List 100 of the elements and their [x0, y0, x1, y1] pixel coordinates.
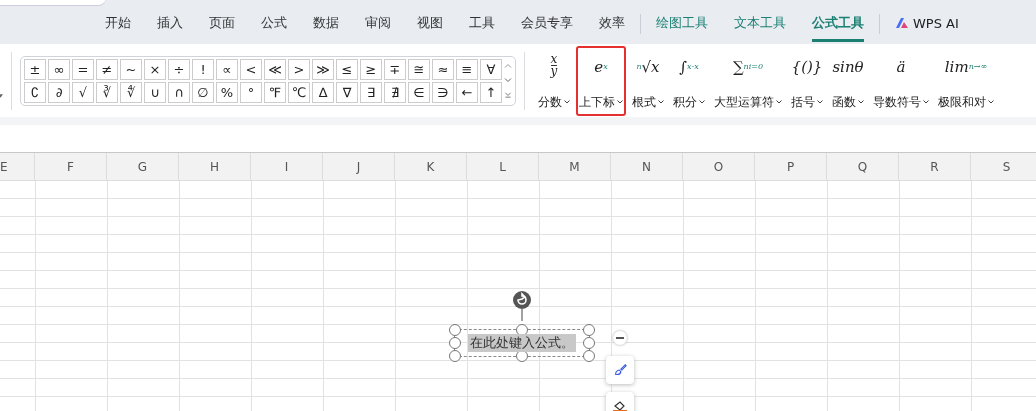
resize-handle[interactable] [583, 350, 595, 362]
symbol-button[interactable]: × [144, 58, 166, 80]
resize-handle[interactable] [449, 350, 461, 362]
symbol-button[interactable]: ~ [120, 58, 142, 80]
symbol-button[interactable]: ∀ [480, 58, 502, 80]
expand-icon[interactable] [504, 92, 512, 99]
column-header[interactable]: I [251, 153, 323, 180]
symbol-button[interactable]: ≈ [432, 58, 454, 80]
menu-tab[interactable]: 文本工具 [734, 14, 786, 42]
symbol-button[interactable]: ∃ [360, 81, 382, 103]
symbol-button[interactable]: ∝ [216, 58, 238, 80]
symbol-button[interactable]: ∈ [408, 81, 430, 103]
column-header[interactable]: J [323, 153, 395, 180]
caret-icon [699, 100, 705, 104]
symbol-button[interactable]: = [72, 58, 94, 80]
column-header[interactable]: L [467, 153, 539, 180]
equation-tool-button[interactable]: $^{n}$√x 根式 [629, 45, 667, 116]
symbol-button[interactable]: ← [456, 81, 478, 103]
caret-icon [776, 100, 782, 104]
ai-logo-icon [895, 17, 909, 29]
resize-handle[interactable] [449, 337, 461, 349]
caret-icon [617, 100, 623, 104]
column-header[interactable]: R [899, 153, 971, 180]
symbol-button[interactable]: ° [240, 81, 262, 103]
equation-tool-button[interactable]: {()} 括号 [788, 45, 826, 116]
caret-icon [658, 100, 664, 104]
column-header[interactable]: Q [827, 153, 899, 180]
symbol-button[interactable]: ∜ [120, 81, 142, 103]
equation-tool-button[interactable]: ä 导数符号 [870, 45, 932, 116]
symbol-button[interactable]: √ [72, 81, 94, 103]
symbol-button[interactable]: ∓ [384, 58, 406, 80]
symbol-button[interactable]: ∛ [96, 81, 118, 103]
menu-tab[interactable]: 公式 [261, 14, 287, 42]
menu-tab[interactable]: 工具 [469, 14, 495, 42]
symbol-button[interactable]: ≪ [264, 58, 286, 80]
symbol-button[interactable]: < [240, 58, 262, 80]
column-header[interactable]: N [611, 153, 683, 180]
equation-tool-button[interactable]: sinθ 函数 [829, 45, 867, 116]
resize-handle[interactable] [583, 324, 595, 336]
symbol-button[interactable]: ∞ [48, 58, 70, 80]
equation-tool-button[interactable]: e$^{x}$ 上下标 [576, 45, 626, 116]
symbol-button[interactable]: ↑ [480, 81, 502, 103]
caret-icon [988, 100, 994, 104]
menu-tab[interactable]: 公式工具 [812, 14, 864, 42]
resize-handle[interactable] [449, 324, 461, 336]
rotate-handle-icon[interactable] [512, 291, 532, 321]
symbol-button[interactable]: ℉ [264, 81, 286, 103]
menu-tab[interactable]: 审阅 [365, 14, 391, 42]
menu-tab[interactable]: 开始 [105, 14, 131, 42]
menu-tab[interactable]: 插入 [157, 14, 183, 42]
symbol-button[interactable]: ≡ [456, 58, 478, 80]
column-header[interactable]: M [539, 153, 611, 180]
collapse-button[interactable] [613, 331, 627, 345]
symbol-button[interactable]: % [216, 81, 238, 103]
symbol-button[interactable]: ∋ [432, 81, 454, 103]
symbol-button[interactable]: ∁ [24, 81, 46, 103]
symbol-button[interactable]: ℃ [288, 81, 310, 103]
caret-icon [564, 100, 570, 104]
symbol-button[interactable]: ≥ [360, 58, 382, 80]
caret-icon [923, 100, 929, 104]
column-header[interactable]: S [971, 153, 1036, 180]
paint-bucket-icon [612, 399, 628, 411]
symbol-button[interactable]: ! [192, 58, 214, 80]
caret-icon[interactable] [0, 93, 3, 98]
scroll-down-icon[interactable] [504, 77, 512, 84]
column-header[interactable]: H [179, 153, 251, 180]
symbol-button[interactable]: ÷ [168, 58, 190, 80]
symbol-button[interactable]: ∆ [312, 81, 334, 103]
column-header[interactable]: E [0, 153, 35, 180]
menu-tab[interactable]: 效率 [599, 14, 625, 42]
symbol-button[interactable]: > [288, 58, 310, 80]
brush-button[interactable] [606, 356, 634, 384]
menu-tab[interactable]: 视图 [417, 14, 443, 42]
symbol-button[interactable]: ∇ [336, 81, 358, 103]
symbol-button[interactable]: ∩ [168, 81, 190, 103]
symbol-button[interactable]: ≫ [312, 58, 334, 80]
menu-tab[interactable]: WPS AI [895, 15, 959, 41]
equation-placeholder: 在此处键入公式。 [468, 334, 576, 352]
menu-tab[interactable]: 绘图工具 [656, 14, 708, 42]
column-header[interactable]: K [395, 153, 467, 180]
symbol-button[interactable]: ≤ [336, 58, 358, 80]
symbol-button[interactable]: ≅ [408, 58, 430, 80]
caret-icon [817, 100, 823, 104]
column-header[interactable]: G [107, 153, 179, 180]
menu-tab[interactable]: 会员专享 [521, 14, 573, 42]
symbol-button[interactable]: ∄ [384, 81, 406, 103]
menu-tab[interactable]: 数据 [313, 14, 339, 42]
symbol-button[interactable]: ∪ [144, 81, 166, 103]
caret-icon [858, 100, 864, 104]
symbol-button[interactable]: ∅ [192, 81, 214, 103]
equation-tool-button[interactable]: x y 分数 [535, 45, 573, 116]
column-header[interactable]: F [35, 153, 107, 180]
column-header[interactable]: O [683, 153, 755, 180]
brush-icon [612, 363, 628, 377]
symbol-button[interactable]: ∂ [48, 81, 70, 103]
menu-tab[interactable]: 页面 [209, 14, 235, 42]
symbol-button[interactable]: ≠ [96, 58, 118, 80]
symbol-button[interactable]: ± [24, 58, 46, 80]
resize-handle[interactable] [583, 337, 595, 349]
column-header[interactable]: P [755, 153, 827, 180]
